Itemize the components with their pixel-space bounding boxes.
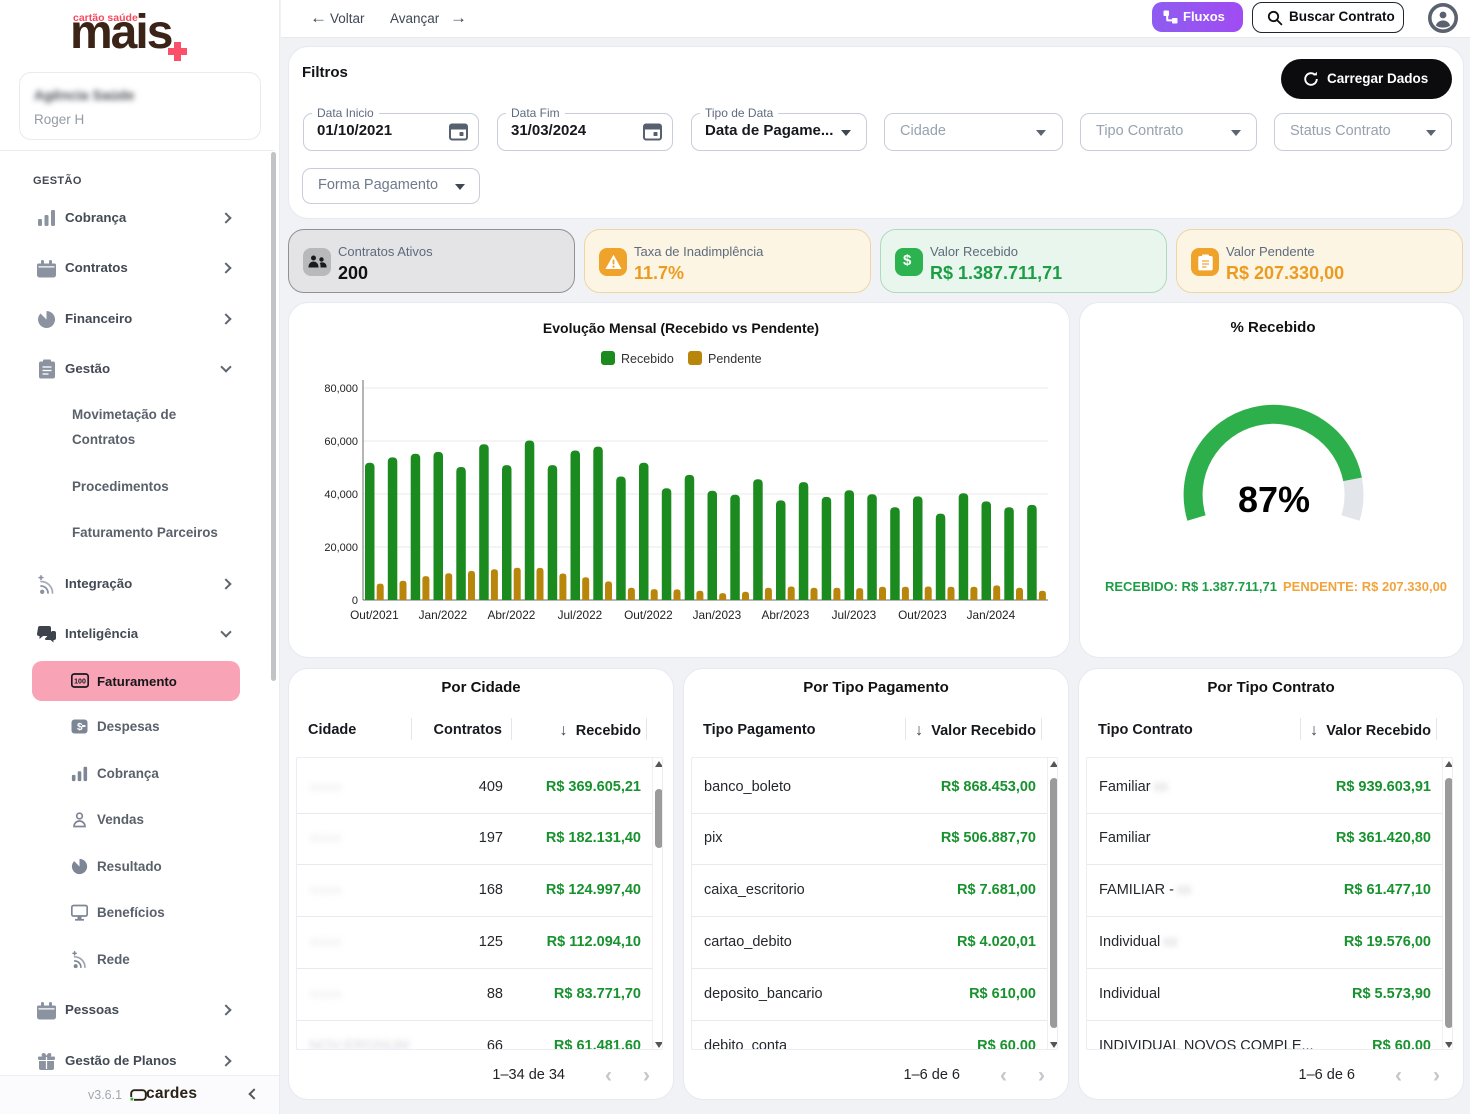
svg-text:Abr/2023: Abr/2023 bbox=[761, 608, 809, 622]
svg-text:RECEBIDO: R$ 1.387.711,71: RECEBIDO: R$ 1.387.711,71 bbox=[1105, 579, 1277, 594]
svg-text:Out/2022: Out/2022 bbox=[624, 608, 673, 622]
svg-text:Abr/2022: Abr/2022 bbox=[487, 608, 535, 622]
svg-text:100: 100 bbox=[74, 679, 86, 686]
svg-text:80,000: 80,000 bbox=[324, 383, 358, 395]
svg-text:Jan/2023: Jan/2023 bbox=[693, 608, 742, 622]
svg-text:Pendente: Pendente bbox=[708, 352, 762, 366]
svg-text:40,000: 40,000 bbox=[324, 489, 358, 501]
svg-text:20,000: 20,000 bbox=[324, 542, 358, 554]
svg-text:60,000: 60,000 bbox=[324, 436, 358, 448]
svg-text:$: $ bbox=[77, 722, 83, 733]
svg-text:Out/2023: Out/2023 bbox=[898, 608, 947, 622]
svg-text:Jul/2023: Jul/2023 bbox=[832, 608, 877, 622]
svg-text:87%: 87% bbox=[1238, 479, 1310, 520]
svg-text:Evolução Mensal (Recebido vs P: Evolução Mensal (Recebido vs Pendente) bbox=[543, 320, 819, 336]
svg-text:Jan/2024: Jan/2024 bbox=[967, 608, 1016, 622]
svg-text:PENDENTE: R$ 207.330,00: PENDENTE: R$ 207.330,00 bbox=[1283, 579, 1447, 594]
svg-text:Jul/2022: Jul/2022 bbox=[558, 608, 603, 622]
svg-text:0: 0 bbox=[352, 595, 358, 607]
svg-text:Jan/2022: Jan/2022 bbox=[419, 608, 468, 622]
svg-text:Recebido: Recebido bbox=[621, 352, 674, 366]
svg-text:Out/2021: Out/2021 bbox=[350, 608, 399, 622]
svg-text:% Recebido: % Recebido bbox=[1230, 319, 1315, 336]
